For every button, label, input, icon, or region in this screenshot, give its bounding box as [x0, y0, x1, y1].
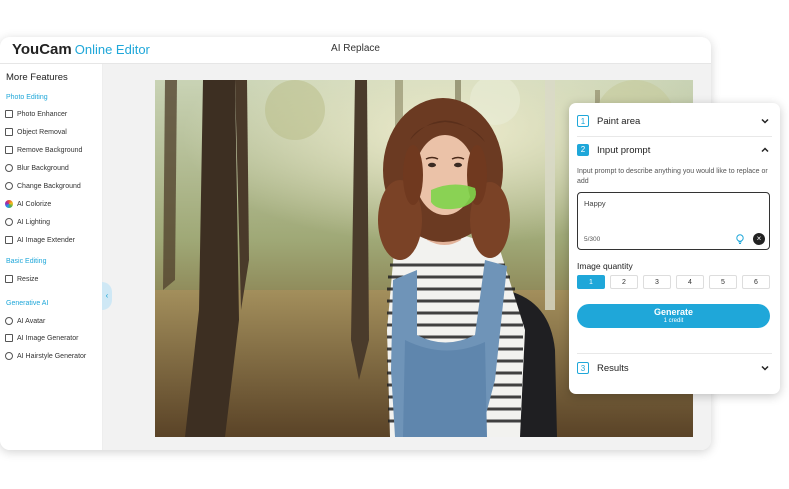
- step-label: Input prompt: [597, 144, 651, 156]
- quantity-option-2[interactable]: 2: [610, 275, 638, 289]
- chevron-left-icon: ‹: [105, 291, 109, 300]
- sidebar-item-ai-image-extender[interactable]: AI Image Extender: [5, 234, 75, 246]
- quantity-option-4[interactable]: 4: [676, 275, 704, 289]
- generate-button[interactable]: Generate 1 credit: [577, 304, 770, 328]
- image-icon: [5, 334, 13, 342]
- color-wheel-icon: [5, 200, 13, 208]
- sidebar-item-label: Remove Background: [17, 146, 83, 154]
- sidebar-item-ai-image-generator[interactable]: AI Image Generator: [5, 332, 78, 344]
- step-number: 1: [577, 115, 589, 127]
- sidebar-item-label: Change Background: [17, 182, 81, 190]
- section-generative-ai: Generative AI: [6, 300, 49, 307]
- sidebar-item-photo-enhancer[interactable]: Photo Enhancer: [5, 108, 67, 120]
- page-title: AI Replace: [331, 43, 380, 54]
- step-number: 2: [577, 144, 589, 156]
- character-count: 5/300: [584, 236, 601, 243]
- sidebar-item-change-background[interactable]: Change Background: [5, 180, 81, 192]
- sidebar-item-ai-hairstyle-generator[interactable]: AI Hairstyle Generator: [5, 350, 86, 362]
- image-icon: [5, 146, 13, 154]
- quantity-option-6[interactable]: 6: [742, 275, 770, 289]
- chevron-down-icon: [761, 365, 769, 371]
- sidebar-item-label: Object Removal: [17, 128, 67, 136]
- prompt-description: Input prompt to describe anything you wo…: [577, 168, 768, 185]
- sidebar-item-label: AI Colorize: [17, 200, 52, 208]
- hair-icon: [5, 352, 13, 360]
- quantity-label: Image quantity: [577, 261, 633, 271]
- sidebar-item-label: AI Image Extender: [17, 236, 75, 244]
- sidebar-item-label: AI Avatar: [17, 317, 46, 325]
- divider: [577, 136, 772, 137]
- sidebar-heading: More Features: [6, 72, 68, 83]
- sidebar-item-label: AI Lighting: [17, 218, 51, 226]
- chevron-up-icon: [761, 147, 769, 153]
- sidebar-item-label: Resize: [17, 275, 39, 283]
- ai-replace-panel: 1 Paint area 2 Input prompt Input prompt…: [569, 103, 780, 394]
- section-basic-editing: Basic Editing: [6, 258, 47, 265]
- sidebar-item-ai-avatar[interactable]: AI Avatar: [5, 315, 45, 327]
- resize-icon: [5, 275, 13, 283]
- chevron-down-icon: [761, 118, 769, 124]
- step-number: 3: [577, 362, 589, 374]
- sidebar-item-remove-background[interactable]: Remove Background: [5, 144, 82, 156]
- section-photo-editing: Photo Editing: [6, 94, 48, 101]
- quantity-option-1[interactable]: 1: [577, 275, 605, 289]
- sidebar-item-object-removal[interactable]: Object Removal: [5, 126, 67, 138]
- expand-icon: [5, 236, 13, 244]
- step-label: Paint area: [597, 115, 641, 127]
- title-bar: YouCam Online Editor AI Replace: [0, 37, 711, 64]
- sidebar-item-label: Blur Background: [17, 164, 69, 172]
- sidebar-item-blur-background[interactable]: Blur Background: [5, 162, 69, 174]
- bulb-icon: [5, 218, 13, 226]
- lightbulb-icon[interactable]: [734, 233, 746, 245]
- image-icon: [5, 110, 13, 118]
- prompt-input[interactable]: Happy 5/300 ×: [577, 192, 770, 250]
- credit-label: 1 credit: [663, 318, 684, 324]
- sidebar-item-label: AI Image Generator: [17, 334, 79, 342]
- step-label: Results: [597, 362, 629, 374]
- quantity-option-3[interactable]: 3: [643, 275, 671, 289]
- sidebar-item-resize[interactable]: Resize: [5, 273, 38, 285]
- step-results[interactable]: 3 Results: [577, 359, 772, 377]
- swap-icon: [5, 182, 13, 190]
- sidebar-item-label: Photo Enhancer: [17, 110, 68, 118]
- step-input-prompt[interactable]: 2 Input prompt: [577, 141, 772, 159]
- quantity-selector: 1 2 3 4 5 6: [577, 275, 770, 289]
- eraser-icon: [5, 128, 13, 136]
- blur-icon: [5, 164, 13, 172]
- divider: [577, 353, 772, 354]
- avatar-icon: [5, 317, 13, 325]
- sidebar-item-label: AI Hairstyle Generator: [17, 352, 87, 360]
- sidebar-item-ai-colorize[interactable]: AI Colorize: [5, 198, 51, 210]
- step-paint-area[interactable]: 1 Paint area: [577, 112, 772, 130]
- sidebar: More Features Photo Editing Photo Enhanc…: [0, 64, 103, 450]
- sidebar-item-ai-lighting[interactable]: AI Lighting: [5, 216, 50, 228]
- quantity-option-5[interactable]: 5: [709, 275, 737, 289]
- prompt-value: Happy: [584, 199, 606, 208]
- clear-icon[interactable]: ×: [753, 233, 765, 245]
- generate-label: Generate: [653, 307, 694, 317]
